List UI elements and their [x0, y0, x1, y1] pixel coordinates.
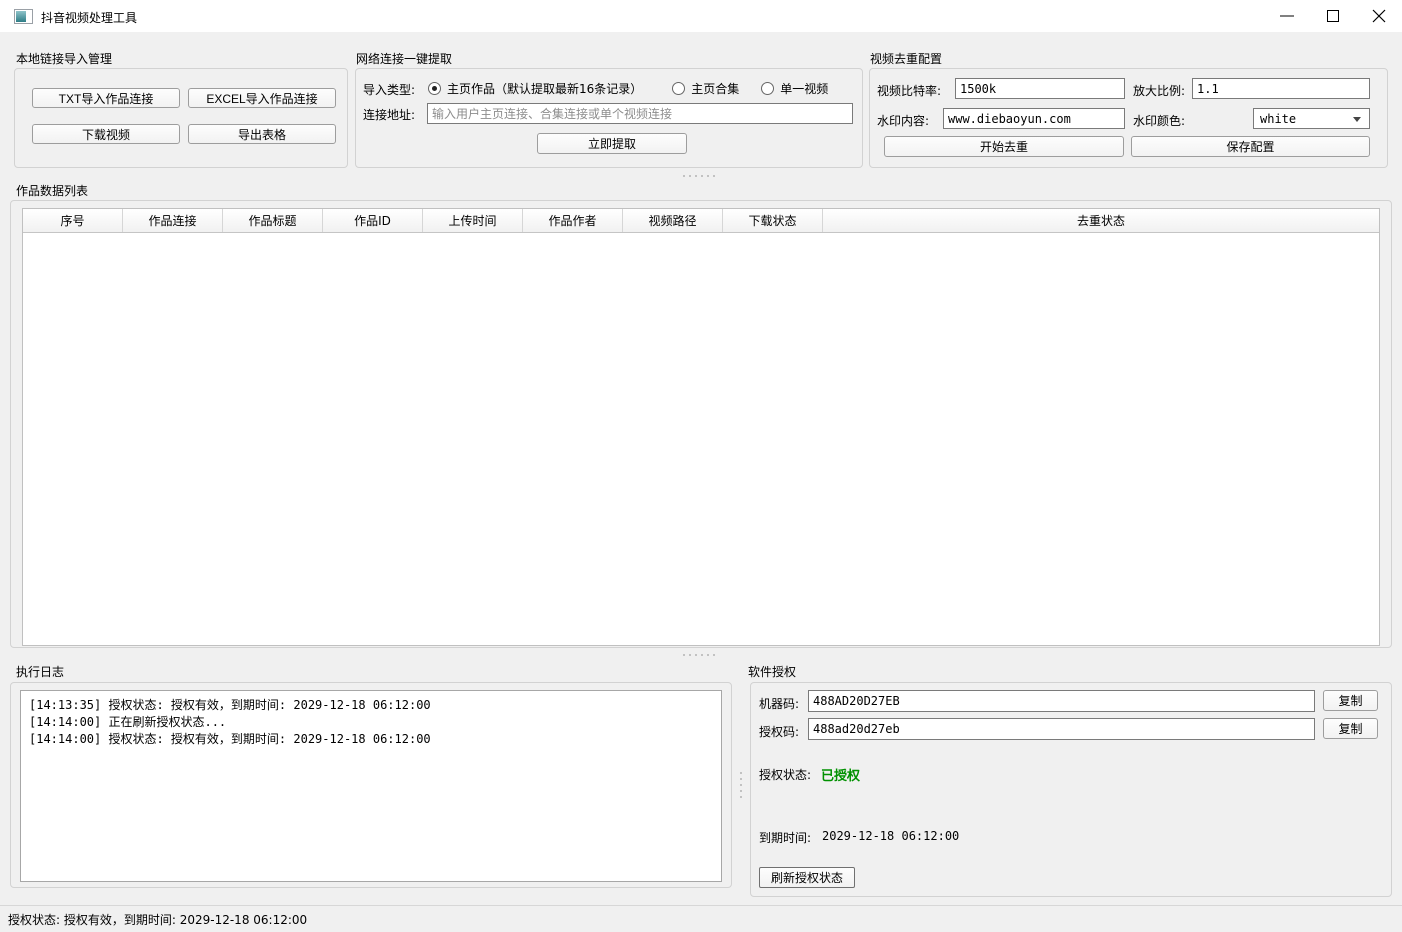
col-header-title[interactable]: 作品标题 [223, 209, 323, 232]
license-code-label: 授权码: [759, 725, 800, 739]
minimize-button[interactable] [1264, 0, 1310, 32]
title-bar: 抖音视频处理工具 [0, 0, 1402, 32]
save-config-button[interactable]: 保存配置 [1131, 136, 1370, 157]
minimize-icon [1279, 8, 1295, 24]
local-import-group [14, 68, 348, 168]
scale-input[interactable] [1192, 78, 1370, 99]
log-line: [14:13:35] 授权状态: 授权有效，到期时间: 2029-12-18 0… [29, 698, 431, 712]
window-title: 抖音视频处理工具 [41, 11, 138, 25]
excel-import-button[interactable]: EXCEL导入作品连接 [188, 88, 336, 108]
copy-machine-code-button[interactable]: 复制 [1323, 690, 1378, 711]
export-table-button[interactable]: 导出表格 [188, 124, 336, 144]
works-table: 序号 作品连接 作品标题 作品ID 上传时间 作品作者 视频路径 下载状态 去重… [22, 208, 1380, 646]
horizontal-splitter-handle[interactable] [683, 175, 715, 177]
log-line: [14:14:00] 授权状态: 授权有效，到期时间: 2029-12-18 0… [29, 732, 431, 746]
network-extract-group-title: 网络连接一键提取 [356, 52, 453, 66]
bitrate-label: 视频比特率: [877, 84, 942, 98]
vertical-splitter-handle[interactable] [740, 772, 742, 798]
maximize-icon [1325, 8, 1341, 24]
log-group-title: 执行日志 [16, 665, 65, 679]
expire-time-value: 2029-12-18 06:12:00 [822, 829, 960, 843]
close-button[interactable] [1356, 0, 1402, 32]
dedup-config-group-title: 视频去重配置 [870, 52, 943, 66]
license-group-title: 软件授权 [748, 665, 797, 679]
radio-selected-icon [428, 81, 441, 95]
watermark-color-label: 水印颜色: [1133, 114, 1186, 128]
works-table-body[interactable] [23, 233, 1379, 645]
bitrate-input[interactable] [955, 78, 1125, 99]
import-type-label: 导入类型: [363, 83, 416, 97]
machine-code-label: 机器码: [759, 697, 800, 711]
license-status-label: 授权状态: [759, 768, 812, 782]
app-icon [14, 9, 33, 24]
radio-home-works[interactable]: 主页作品（默认提取最新16条记录） [428, 80, 642, 97]
address-label: 连接地址: [363, 108, 416, 122]
col-header-upload-time[interactable]: 上传时间 [423, 209, 523, 232]
col-header-video-path[interactable]: 视频路径 [623, 209, 723, 232]
works-table-header: 序号 作品连接 作品标题 作品ID 上传时间 作品作者 视频路径 下载状态 去重… [23, 209, 1379, 233]
extract-now-button[interactable]: 立即提取 [537, 133, 687, 154]
machine-code-input[interactable] [808, 690, 1315, 712]
close-icon [1371, 8, 1387, 24]
app-window: 抖音视频处理工具 本地链接导入管理 TXT导入作品连接 EXCEL导入作品连接 … [0, 0, 1402, 932]
col-header-link[interactable]: 作品连接 [123, 209, 223, 232]
radio-single-video-label: 单一视频 [780, 81, 829, 96]
expire-time-label: 到期时间: [759, 831, 812, 845]
radio-single-video[interactable]: 单一视频 [761, 80, 828, 97]
license-status-value: 已授权 [821, 769, 861, 784]
log-output[interactable]: [14:13:35] 授权状态: 授权有效，到期时间: 2029-12-18 0… [20, 690, 722, 882]
chevron-down-icon [1353, 117, 1361, 122]
radio-home-collection[interactable]: 主页合集 [672, 80, 739, 97]
log-line: [14:14:00] 正在刷新授权状态... [29, 715, 227, 729]
radio-unselected-icon [672, 81, 686, 95]
col-header-dedup-status[interactable]: 去重状态 [823, 209, 1379, 232]
address-input[interactable] [427, 103, 853, 124]
license-code-input[interactable] [808, 718, 1315, 740]
license-group [750, 682, 1392, 897]
radio-home-collection-label: 主页合集 [691, 81, 740, 96]
watermark-color-select[interactable]: white [1253, 108, 1370, 129]
download-video-button[interactable]: 下载视频 [32, 124, 180, 144]
status-bar: 授权状态: 授权有效，到期时间: 2029-12-18 06:12:00 [0, 905, 1402, 932]
col-header-id[interactable]: 作品ID [323, 209, 423, 232]
scale-label: 放大比例: [1133, 84, 1186, 98]
col-header-author[interactable]: 作品作者 [523, 209, 623, 232]
watermark-input[interactable] [943, 108, 1125, 129]
col-header-index[interactable]: 序号 [23, 209, 123, 232]
copy-license-code-button[interactable]: 复制 [1323, 718, 1378, 739]
radio-home-works-label: 主页作品（默认提取最新16条记录） [447, 81, 643, 96]
horizontal-splitter-handle-2[interactable] [683, 654, 715, 656]
col-header-download-status[interactable]: 下载状态 [723, 209, 823, 232]
refresh-license-button[interactable]: 刷新授权状态 [759, 867, 855, 888]
radio-unselected-icon [761, 81, 775, 95]
maximize-button[interactable] [1310, 0, 1356, 32]
local-import-group-title: 本地链接导入管理 [16, 52, 113, 66]
watermark-label: 水印内容: [877, 114, 930, 128]
works-table-group-title: 作品数据列表 [16, 184, 89, 198]
txt-import-button[interactable]: TXT导入作品连接 [32, 88, 180, 108]
start-dedup-button[interactable]: 开始去重 [884, 136, 1124, 157]
import-type-radio-group: 主页作品（默认提取最新16条记录） 主页合集 单一视频 [428, 80, 828, 96]
watermark-color-value: white [1260, 111, 1297, 126]
status-bar-text: 授权状态: 授权有效，到期时间: 2029-12-18 06:12:00 [8, 912, 308, 927]
